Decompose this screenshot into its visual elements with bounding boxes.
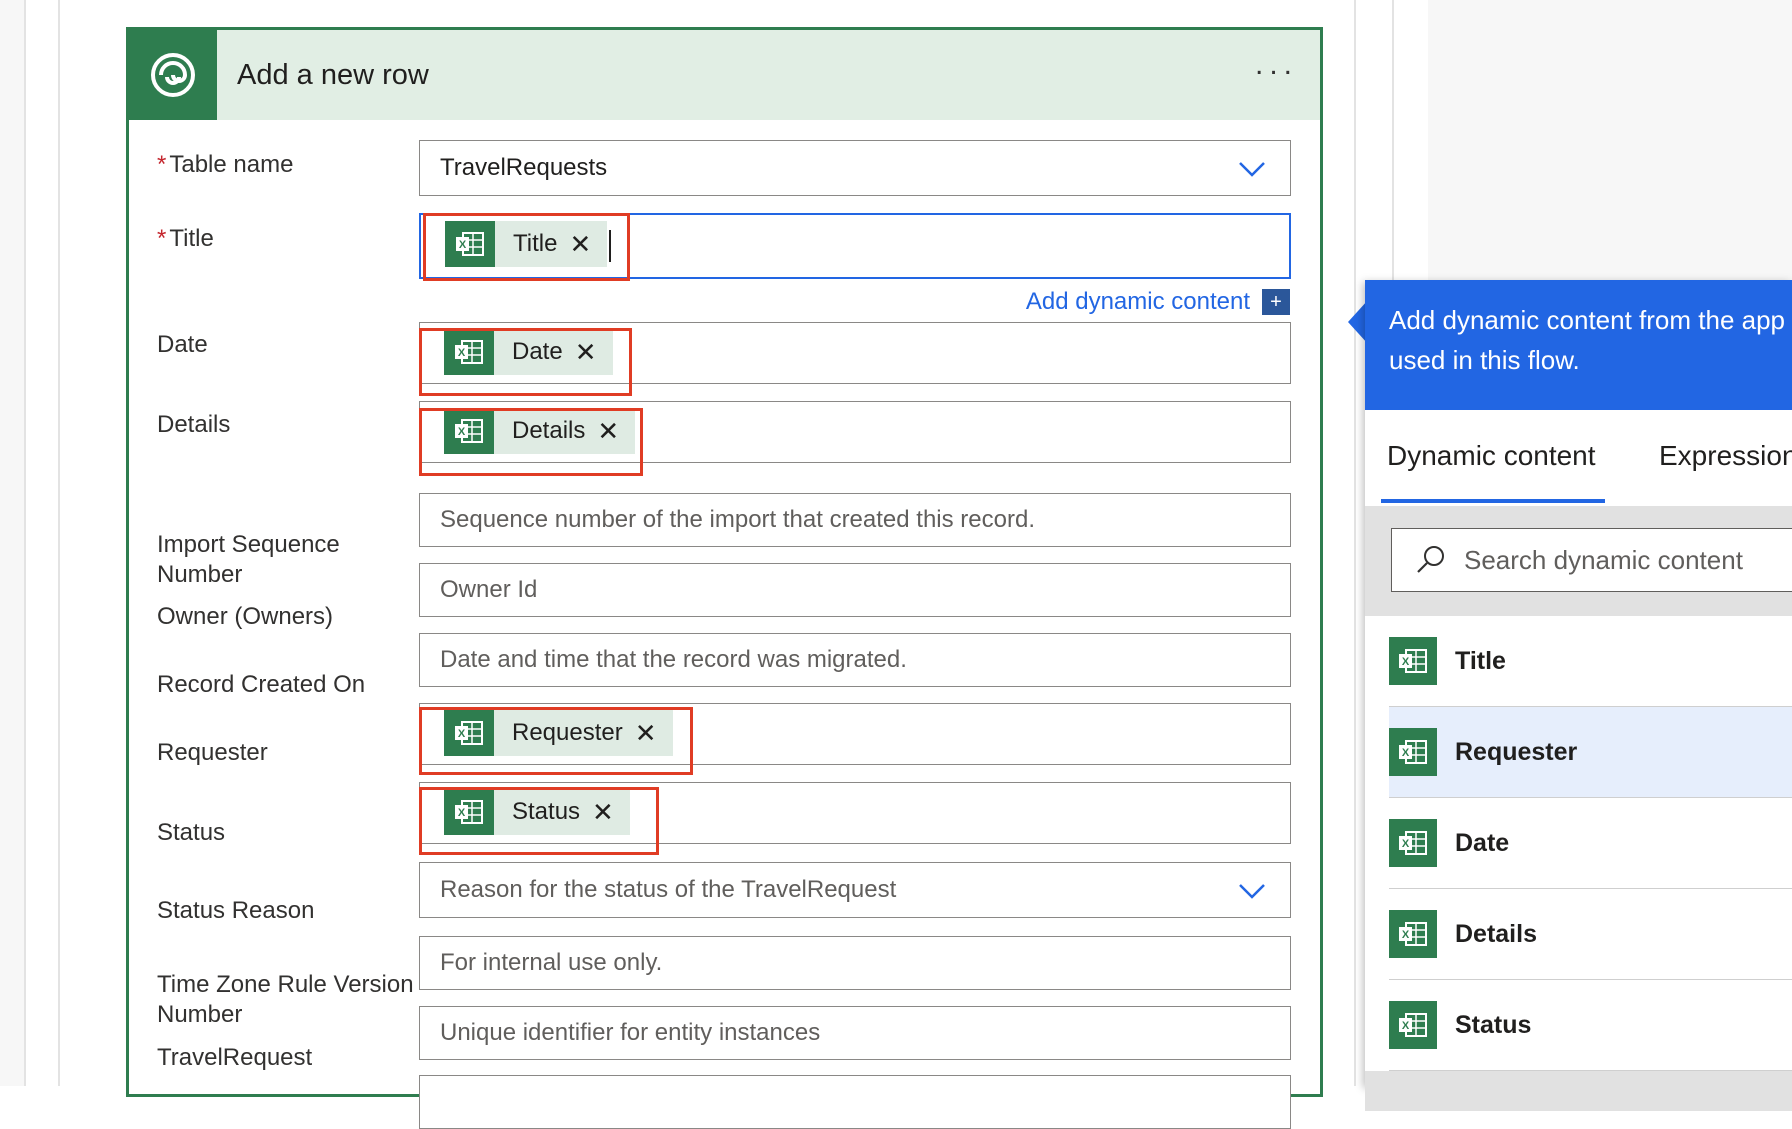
chevron-down-icon[interactable] xyxy=(1238,155,1266,183)
record-created-label: Record Created On xyxy=(157,671,366,698)
more-options-button[interactable]: ... xyxy=(1255,50,1298,80)
excel-icon: X xyxy=(1389,910,1437,958)
owner-placeholder: Owner Id xyxy=(440,576,538,603)
svg-text:X: X xyxy=(1402,838,1410,850)
panel-tabs: Dynamic content Expression xyxy=(1365,410,1792,506)
dataverse-logo-icon xyxy=(129,30,217,120)
status-reason-dropdown[interactable]: Reason for the status of the TravelReque… xyxy=(419,862,1291,918)
dynamic-content-item-label: Date xyxy=(1455,828,1510,857)
record-created-input[interactable]: Date and time that the record was migrat… xyxy=(419,633,1291,687)
table-name-dropdown[interactable]: TravelRequests xyxy=(419,140,1291,196)
active-tab-indicator xyxy=(1381,499,1605,503)
excel-icon: X xyxy=(1389,819,1437,867)
dynamic-content-item[interactable]: X Status xyxy=(1389,980,1792,1071)
chevron-down-icon[interactable] xyxy=(1238,877,1266,905)
table-name-label: * Table name xyxy=(157,150,293,180)
tz-rule-label-line1: Time Zone Rule Version xyxy=(157,971,414,998)
canvas-guide-line xyxy=(58,0,60,1086)
tab-dynamic-content[interactable]: Dynamic content xyxy=(1387,440,1596,472)
record-created-placeholder: Date and time that the record was migrat… xyxy=(440,646,907,673)
title-label-text: Title xyxy=(169,225,214,252)
search-input[interactable]: Search dynamic content xyxy=(1391,528,1792,592)
status-label: Status xyxy=(157,819,226,846)
travel-request-input[interactable]: Unique identifier for entity instances xyxy=(419,1006,1291,1060)
canvas-left-margin xyxy=(0,0,24,1086)
tz-rule-input[interactable]: For internal use only. xyxy=(419,936,1291,990)
dynamic-content-item-label: Requester xyxy=(1455,737,1578,766)
required-marker: * xyxy=(157,225,167,252)
dynamic-content-item-label: Status xyxy=(1455,1010,1532,1039)
import-sequence-label-line1: Import Sequence xyxy=(157,531,340,558)
highlight-box xyxy=(423,213,630,281)
svg-text:X: X xyxy=(1402,929,1410,941)
dynamic-content-item[interactable]: X Title xyxy=(1389,616,1792,707)
next-field-input[interactable] xyxy=(419,1075,1291,1129)
dynamic-content-item[interactable]: X Date xyxy=(1389,798,1792,889)
highlight-box xyxy=(419,787,659,855)
action-card: Add a new row ... * Table name TravelRequ… xyxy=(126,27,1323,1129)
import-sequence-label-line2: Number xyxy=(157,561,243,588)
action-card-header[interactable]: Add a new row ... xyxy=(129,30,1320,120)
panel-header-line1: Add dynamic content from the app xyxy=(1389,305,1786,335)
owner-label: Owner (Owners) xyxy=(157,603,334,630)
table-name-label-text: Table name xyxy=(169,151,294,178)
search-icon xyxy=(1417,546,1444,573)
details-label: Details xyxy=(157,411,231,438)
add-dynamic-content-link[interactable]: Add dynamic content + xyxy=(1026,288,1290,316)
dynamic-content-item-label: Title xyxy=(1455,646,1506,675)
status-reason-placeholder: Reason for the status of the TravelReque… xyxy=(440,876,897,903)
travel-request-placeholder: Unique identifier for entity instances xyxy=(440,1019,821,1046)
highlight-box xyxy=(419,408,643,476)
highlight-box xyxy=(419,328,632,396)
table-name-value: TravelRequests xyxy=(440,154,608,181)
import-sequence-label: Import Sequence Number xyxy=(157,530,340,590)
tab-expression[interactable]: Expression xyxy=(1659,440,1792,472)
owner-input[interactable]: Owner Id xyxy=(419,563,1291,617)
panel-header-line2: used in this flow. xyxy=(1389,345,1580,375)
travel-request-label: TravelRequest xyxy=(157,1044,313,1071)
action-title[interactable]: Add a new row xyxy=(237,59,429,92)
svg-text:X: X xyxy=(1402,1020,1410,1032)
import-sequence-placeholder: Sequence number of the import that creat… xyxy=(440,506,1035,533)
import-sequence-input[interactable]: Sequence number of the import that creat… xyxy=(419,493,1291,547)
canvas-guide-line xyxy=(1354,0,1356,1086)
dynamic-content-item-label: Details xyxy=(1455,919,1537,948)
search-placeholder: Search dynamic content xyxy=(1464,544,1743,575)
required-marker: * xyxy=(157,151,167,178)
excel-icon: X xyxy=(1389,728,1437,776)
status-reason-label: Status Reason xyxy=(157,897,315,924)
dynamic-content-item[interactable]: X Details xyxy=(1389,889,1792,980)
svg-text:X: X xyxy=(1402,747,1410,759)
add-icon[interactable]: + xyxy=(1262,289,1290,315)
add-dynamic-content-label[interactable]: Add dynamic content xyxy=(1026,288,1250,316)
tz-rule-label-line2: Number xyxy=(157,1001,243,1028)
dynamic-content-list: X Title X Requester X Date X Details X Status xyxy=(1365,616,1792,1071)
dynamic-content-panel: Add dynamic content from the app used in… xyxy=(1365,280,1792,1111)
highlight-box xyxy=(419,707,693,775)
date-label: Date xyxy=(157,331,208,358)
tz-rule-placeholder: For internal use only. xyxy=(440,949,663,976)
excel-icon: X xyxy=(1389,637,1437,685)
title-label: * Title xyxy=(157,224,214,254)
canvas-guide-line xyxy=(24,0,26,1086)
panel-footer xyxy=(1365,1071,1792,1111)
tz-rule-label: Time Zone Rule Version Number xyxy=(157,970,414,1030)
dynamic-content-item[interactable]: X Requester xyxy=(1389,707,1792,798)
search-area: Search dynamic content xyxy=(1365,506,1792,616)
panel-header: Add dynamic content from the app used in… xyxy=(1365,280,1792,410)
requester-label: Requester xyxy=(157,739,268,766)
excel-icon: X xyxy=(1389,1001,1437,1049)
svg-text:X: X xyxy=(1402,656,1410,668)
